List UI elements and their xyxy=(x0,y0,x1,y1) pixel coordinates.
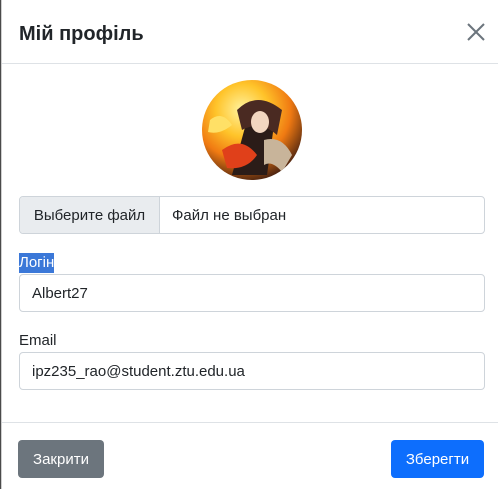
save-button[interactable]: Зберегти xyxy=(391,440,484,478)
file-status-text: Файл не выбран xyxy=(172,206,287,224)
modal-header: Мій профіль xyxy=(2,0,498,64)
login-input[interactable] xyxy=(19,274,485,312)
email-input[interactable] xyxy=(19,352,485,390)
email-label: Email xyxy=(19,332,57,349)
close-button[interactable]: Закрити xyxy=(18,440,104,478)
modal-body: Выберите файл Файл не выбран Логін Email xyxy=(2,64,498,422)
file-input[interactable]: Выберите файл Файл не выбран xyxy=(19,196,485,234)
login-label: Логін xyxy=(19,253,55,273)
modal-footer: Закрити Зберегти xyxy=(2,422,498,489)
profile-modal: Мій профіль Выберите файл Файл не выбран… xyxy=(1,0,498,489)
avatar xyxy=(202,80,302,180)
modal-title: Мій профіль xyxy=(19,23,144,45)
choose-file-button[interactable]: Выберите файл xyxy=(20,197,160,233)
close-icon[interactable] xyxy=(464,20,488,44)
